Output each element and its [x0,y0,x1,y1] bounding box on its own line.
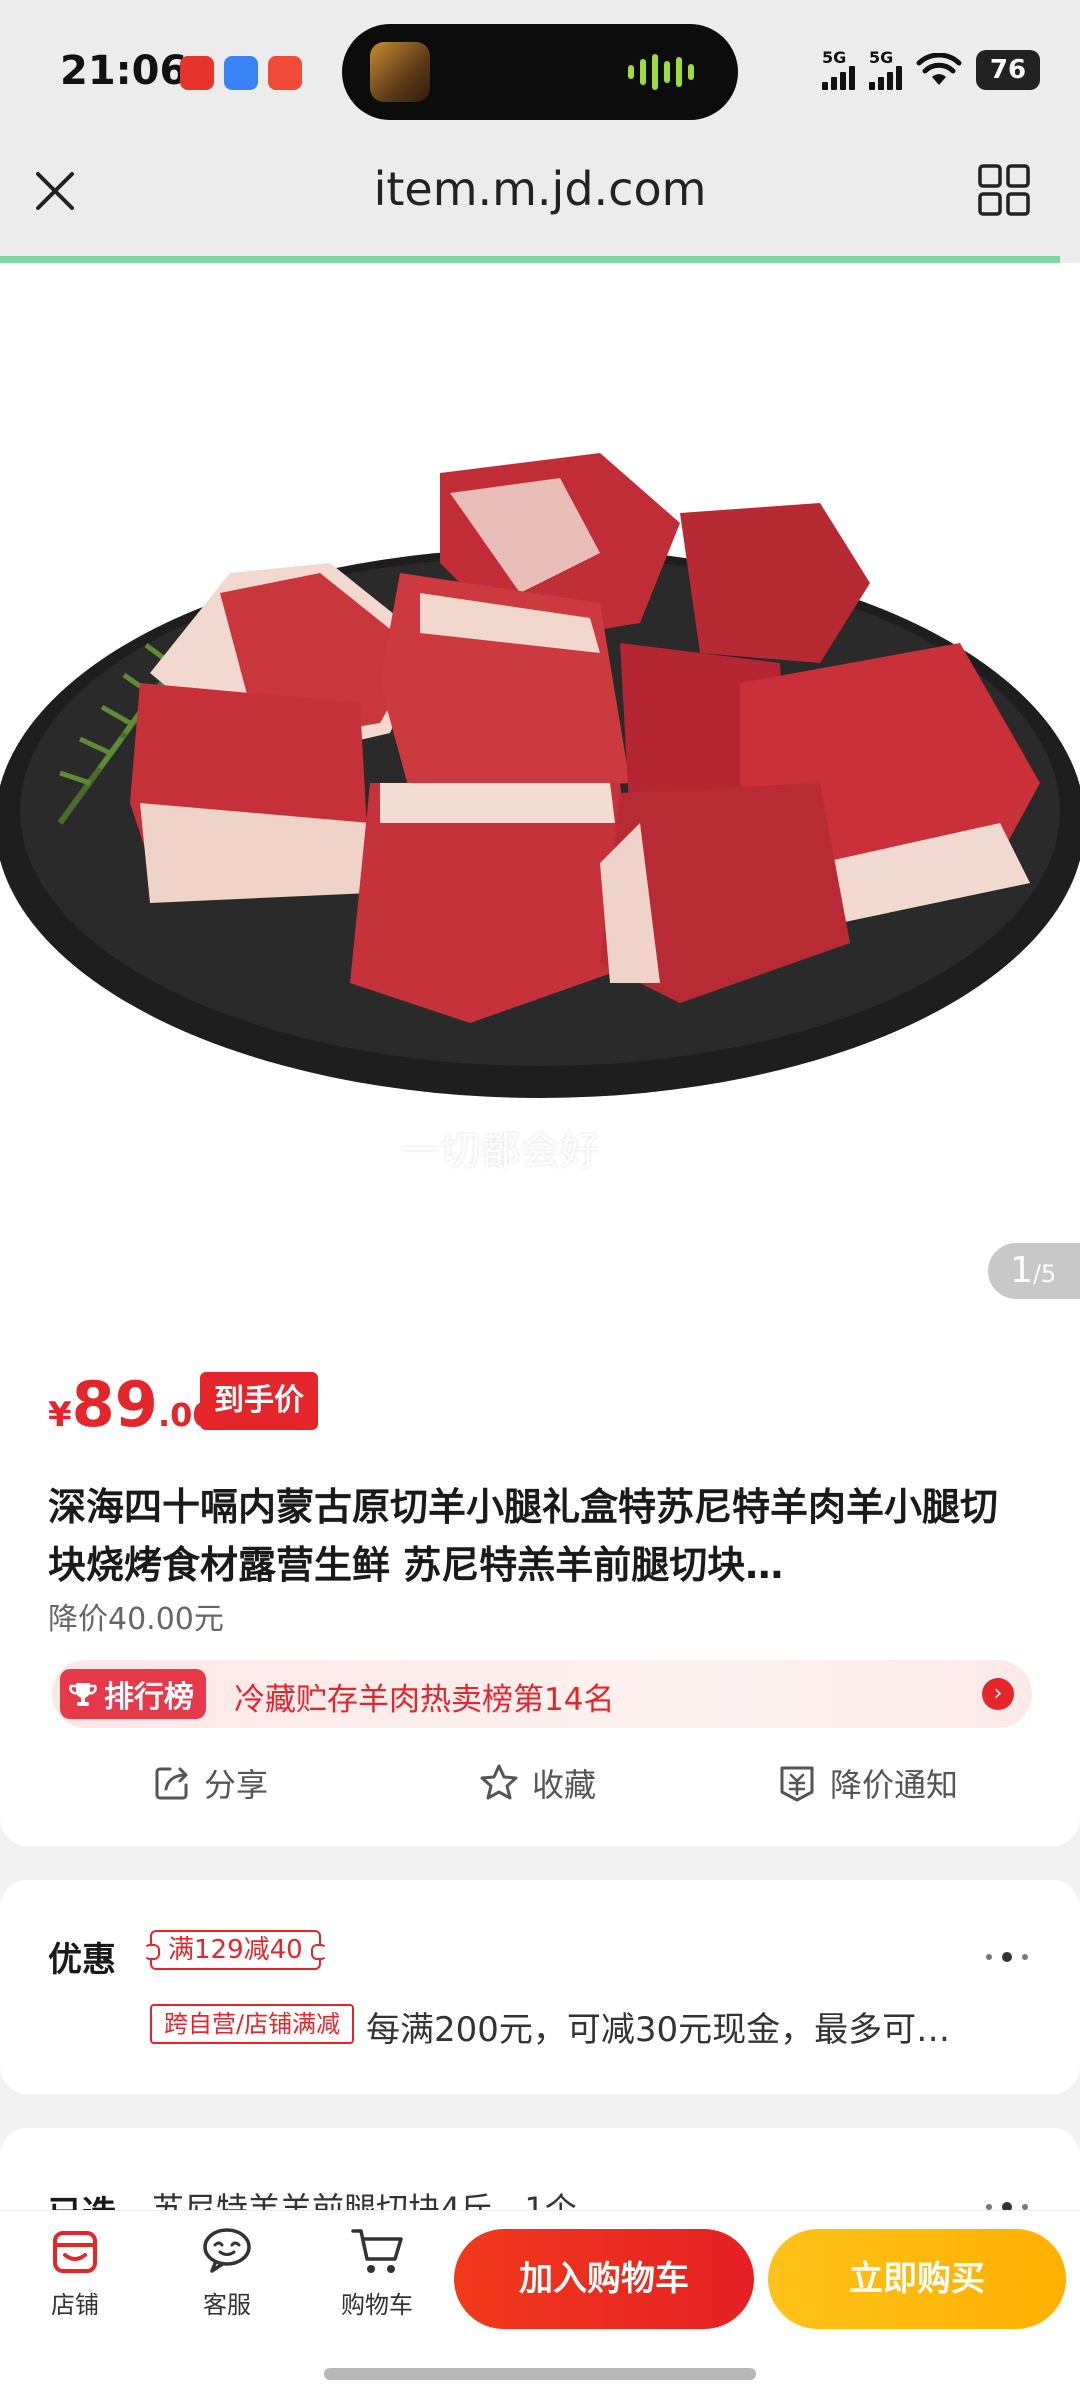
product-title: 深海四十嗝内蒙古原切羊小腿礼盒特苏尼特羊肉羊小腿切块烧烤食材露营生鲜 苏尼特羔羊… [48,1485,999,1587]
price-alert-icon [780,1766,814,1802]
status-app-icons [180,56,302,90]
customer-service-button[interactable]: 客服 [172,2225,282,2320]
url-text: item.m.jd.com [373,162,707,216]
game-app-icon [268,56,302,90]
store-button[interactable]: 店铺 [20,2225,130,2320]
store-icon [53,2231,97,2273]
ranking-text: 冷藏贮存羊肉热卖榜第14名 [234,1682,615,1718]
star-icon [480,1764,518,1800]
status-indicators: 5G 5G 76 [822,50,1040,90]
share-icon [155,1767,188,1800]
promotion-card[interactable]: 优惠 满129减40 跨自营/店铺满减 每满200元，可减30元现金，最多可… [0,1880,1080,2094]
grid-icon[interactable] [978,164,1030,216]
final-price-badge: 到手价 [200,1372,318,1430]
ranking-badge: 排行榜 [60,1669,206,1719]
dynamic-island[interactable] [342,24,738,120]
status-bar: 21:06 5G 5G 76 [0,0,1080,140]
more-icon[interactable] [986,1952,1028,1962]
chat-icon [203,2228,251,2273]
cart-button[interactable]: 购物车 [322,2225,432,2320]
battery-indicator: 76 [976,50,1040,90]
image-watermark: 一切都会好 [400,1128,600,1174]
promo-label: 优惠 [48,1940,116,1980]
share-button[interactable]: 分享 [152,1760,268,1806]
app-icon [224,56,258,90]
promo-text: 每满200元，可减30元现金，最多可… [366,2010,951,2050]
gallery-pager: 1/5 [988,1243,1080,1299]
trophy-icon [69,1683,97,1706]
status-time: 21:06 [60,48,188,94]
ranking-banner[interactable]: 排行榜 冷藏贮存羊肉热卖榜第14名 › [52,1660,1032,1728]
cart-icon [351,2229,403,2273]
audio-wave-icon [628,54,694,90]
wifi-icon [916,53,962,85]
product-info-card: ¥89.00 到手价 深海四十嗝内蒙古原切羊小腿礼盒特苏尼特羊肉羊小腿切块烧烤食… [0,1300,1080,1846]
product-gallery[interactable]: 一切都会好 1/5 [0,263,1080,1300]
buy-now-button[interactable]: 立即购买 [768,2229,1066,2329]
favorite-button[interactable]: 收藏 [478,1760,596,1806]
signal-icon: 5G [869,50,902,90]
price-drop-note: 降价40.00元 [48,1602,224,1637]
page-load-progress [0,256,1060,263]
chevron-right-icon: › [982,1678,1014,1710]
price-alert-button[interactable]: 降价通知 [776,1760,958,1806]
media-thumbnail [370,42,430,102]
add-to-cart-button[interactable]: 加入购物车 [454,2229,754,2329]
signal-icon: 5G [822,50,855,90]
promo-tag: 跨自营/店铺满减 [150,2004,355,2044]
product-actions: 分享 收藏 降价通知 [0,1760,1080,1820]
home-indicator[interactable] [324,2368,756,2380]
browser-url-bar: item.m.jd.com [0,140,1080,262]
netease-music-icon [180,56,214,90]
coupon-badge[interactable]: 满129减40 [144,1930,327,1970]
product-price: ¥89.00 [48,1368,215,1441]
